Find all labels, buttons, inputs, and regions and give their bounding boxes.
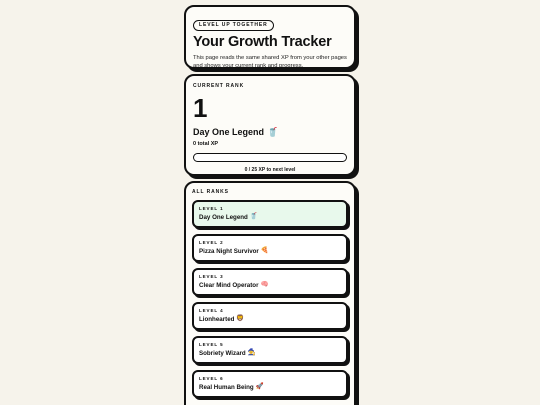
level-name: Real Human Being	[199, 384, 254, 391]
rank-item-level-5: LEVEL 5 Sobriety Wizard 🧙	[192, 336, 348, 364]
level-name-row: Real Human Being 🚀	[199, 384, 341, 391]
rank-item-level-6: LEVEL 6 Real Human Being 🚀	[192, 370, 348, 398]
rocket-icon: 🚀	[255, 383, 264, 391]
level-name-row: Sobriety Wizard 🧙	[199, 350, 341, 357]
current-rank-name: Day One Legend	[193, 127, 265, 137]
level-label: LEVEL 2	[199, 240, 224, 245]
level-label: LEVEL 4	[199, 308, 224, 313]
current-rank-label: CURRENT RANK	[193, 83, 245, 89]
wizard-icon: 🧙	[247, 349, 256, 357]
current-rank-name-row: Day One Legend 🥤	[193, 127, 347, 137]
hero-card: LEVEL UP TOGETHER Your Growth Tracker Th…	[184, 5, 356, 69]
level-name: Sobriety Wizard	[199, 350, 246, 357]
page-description: This page reads the same shared XP from …	[193, 54, 347, 69]
rank-item-level-3: LEVEL 3 Clear Mind Operator 🧠	[192, 268, 348, 296]
rank-list: LEVEL 1 Day One Legend 🥤 LEVEL 2 Pizza N…	[192, 200, 348, 398]
brain-icon: 🧠	[260, 281, 269, 289]
cup-icon: 🥤	[267, 126, 279, 137]
level-name: Pizza Night Survivor	[199, 248, 259, 255]
xp-progress-text: 0 / 25 XP to next level	[244, 167, 296, 173]
total-xp: 0 total XP	[193, 141, 219, 147]
cup-icon: 🥤	[249, 213, 258, 221]
current-rank-card: CURRENT RANK 1 Day One Legend 🥤 0 total …	[184, 74, 356, 176]
rank-item-level-1: LEVEL 1 Day One Legend 🥤	[192, 200, 348, 228]
all-ranks-label: ALL RANKS	[192, 189, 229, 195]
level-label: LEVEL 3	[199, 274, 224, 279]
level-name-row: Lionhearted 🦁	[199, 316, 341, 323]
level-name-row: Clear Mind Operator 🧠	[199, 282, 341, 289]
level-name-row: Day One Legend 🥤	[199, 214, 341, 221]
lion-icon: 🦁	[236, 315, 245, 323]
level-name: Clear Mind Operator	[199, 282, 259, 289]
page-title: Your Growth Tracker	[193, 34, 332, 50]
level-name: Lionhearted	[199, 316, 235, 323]
level-label: LEVEL 5	[199, 342, 224, 347]
level-up-badge: LEVEL UP TOGETHER	[193, 20, 274, 31]
level-name: Day One Legend	[199, 214, 248, 221]
level-label: LEVEL 6	[199, 376, 224, 381]
level-label: LEVEL 1	[199, 206, 224, 211]
rank-item-level-2: LEVEL 2 Pizza Night Survivor 🍕	[192, 234, 348, 262]
current-rank-number: 1	[193, 93, 208, 123]
rank-item-level-4: LEVEL 4 Lionhearted 🦁	[192, 302, 348, 330]
all-ranks-card: ALL RANKS LEVEL 1 Day One Legend 🥤 LEVEL…	[184, 181, 356, 405]
level-name-row: Pizza Night Survivor 🍕	[199, 248, 341, 255]
xp-progress-bar	[193, 153, 347, 162]
pizza-icon: 🍕	[260, 247, 269, 255]
